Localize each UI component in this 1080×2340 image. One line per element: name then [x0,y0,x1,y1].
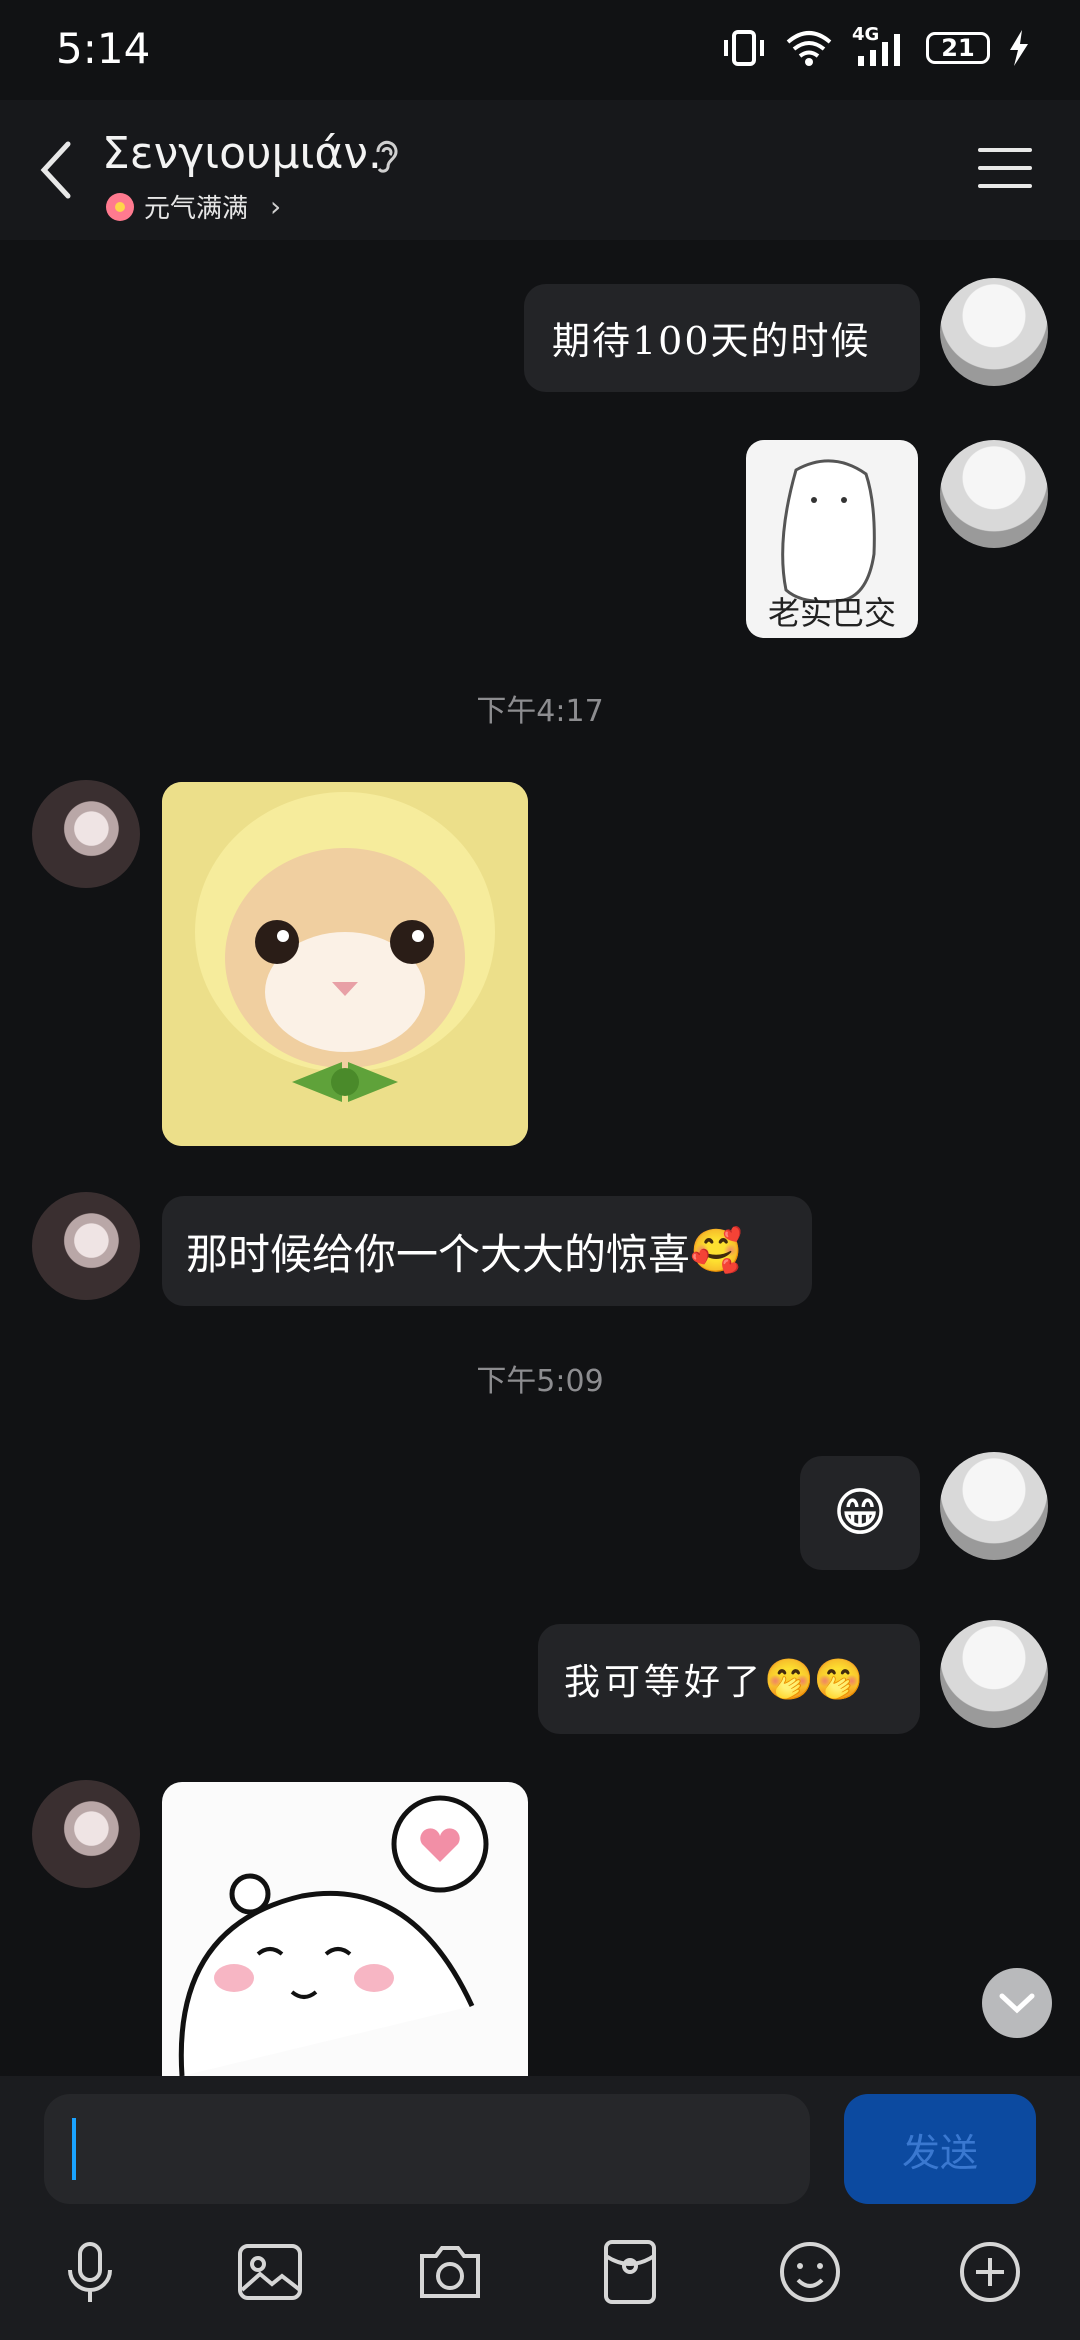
timestamp: 下午5:09 [476,1364,604,1399]
signal-icon: 4G [852,24,908,68]
status-bar: 5:14 4G 21 [0,0,1080,100]
avatar-self[interactable] [940,440,1048,548]
image-icon[interactable] [234,2236,306,2308]
avatar-contact[interactable] [32,1192,140,1300]
message-input[interactable] [44,2094,810,2204]
emoji-icon[interactable] [774,2236,846,2308]
avatar-self[interactable] [940,1452,1048,1560]
red-packet-icon[interactable] [594,2236,666,2308]
scroll-to-bottom-button[interactable] [982,1968,1052,2038]
message-bubble-outgoing[interactable]: 期待100天的时候 [524,284,920,392]
wifi-icon [786,31,832,66]
message-bubble-outgoing[interactable]: 😁 [800,1456,920,1570]
camera-icon[interactable] [414,2236,486,2308]
avatar-self[interactable] [940,278,1048,386]
back-icon[interactable] [34,138,78,202]
status-text: 元气满满 [144,194,249,224]
contact-name[interactable]: Σενγιουμιάν. [102,128,382,179]
message-bubble-outgoing[interactable]: 我可等好了 🤭🤭 [538,1624,920,1734]
chevron-down-icon [999,1993,1035,2014]
emoji-pair: 🤭🤭 [764,1656,864,1703]
message-text: 我可等好了 [564,1662,765,1703]
flower-icon [106,192,134,221]
sticker-caption: 老实巴交 [767,594,896,632]
avatar-contact[interactable] [32,780,140,888]
status-icons: 4G 21 [722,24,1030,68]
ear-icon[interactable] [370,136,402,176]
chevron-right-icon: › [270,190,282,223]
text-caret [72,2118,76,2180]
status-line[interactable]: 元气满满 › [106,188,281,225]
battery-indicator: 21 [926,32,990,64]
cat-sticker-drawing [162,782,528,1146]
bear-sticker-drawing [178,1795,489,2076]
mic-icon[interactable] [54,2236,126,2308]
emoji-hug: 🥰 [690,1226,743,1275]
sticker-image-frog[interactable]: 老实巴交 [746,440,918,638]
charging-icon [1010,30,1028,66]
menu-icon[interactable] [978,146,1032,190]
sticker-image-cat[interactable] [162,782,528,1146]
avatar-contact[interactable] [32,1780,140,1888]
timestamp: 下午4:17 [476,694,604,729]
sticker-image-bear[interactable] [162,1782,528,2076]
status-time: 5:14 [56,24,151,73]
avatar-self[interactable] [940,1620,1048,1728]
vibrate-icon [724,30,764,66]
send-button[interactable]: 发送 [844,2094,1036,2204]
plus-icon[interactable] [954,2236,1026,2308]
message-text: 那时候给你一个大大的惊喜 [186,1229,691,1279]
message-bubble-incoming[interactable]: 那时候给你一个大大的惊喜 🥰 [162,1196,812,1306]
